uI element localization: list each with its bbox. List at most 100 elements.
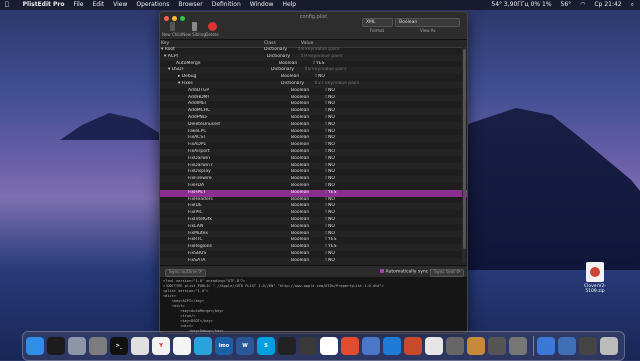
row-value[interactable]: NO: [328, 95, 467, 102]
row-class[interactable]: Boolean: [291, 142, 324, 149]
row-value[interactable]: 8 key/value pairs: [301, 47, 467, 54]
row-class[interactable]: Boolean: [291, 135, 324, 142]
dock-app-terminal[interactable]: >_: [110, 337, 128, 355]
dock-app-photos[interactable]: [320, 337, 338, 355]
row-class[interactable]: Boolean: [291, 88, 324, 95]
dock-app-skype[interactable]: S: [257, 337, 275, 355]
new-child-button[interactable]: New Child: [160, 22, 184, 37]
scrollbar-thumb[interactable]: [462, 49, 466, 249]
row-value[interactable]: 9 key/value pairs: [304, 54, 467, 61]
row-key[interactable]: FixMutex: [160, 231, 291, 238]
row-key[interactable]: FixIDE: [160, 203, 291, 210]
row-value[interactable]: 8 key/value pairs: [308, 67, 467, 74]
row-value[interactable]: NO: [328, 135, 467, 142]
row-value[interactable]: NO: [328, 142, 467, 149]
menu-definition[interactable]: Definition: [212, 0, 241, 10]
row-class[interactable]: Boolean: [291, 197, 324, 204]
dock-app-settings[interactable]: [89, 337, 107, 355]
menu-view[interactable]: View: [113, 0, 127, 10]
row-key[interactable]: ▾ ACPI: [160, 54, 267, 61]
dock-app-finder[interactable]: [26, 337, 44, 355]
row-class[interactable]: Boolean: [291, 129, 324, 136]
outline-row[interactable]: FixIPIC Boolean ⇕ NO: [160, 210, 467, 217]
row-class[interactable]: Boolean: [291, 101, 324, 108]
outline-row[interactable]: FixHeaders Boolean ⇕ NO: [160, 197, 467, 204]
outline-row[interactable]: AddHDMI Boolean ⇕ NO: [160, 94, 467, 102]
outline-row[interactable]: FixSBUSBoolean⇕NO: [160, 251, 467, 258]
status-monitor[interactable]: 54° 3,90ГГц 0% 1%: [491, 0, 551, 10]
dock-app-telegram[interactable]: [194, 337, 212, 355]
dock-app-ps[interactable]: [362, 337, 380, 355]
row-value[interactable]: NO: [328, 176, 467, 183]
row-class[interactable]: Boolean: [291, 149, 324, 156]
row-key[interactable]: AddHDMI: [160, 95, 291, 102]
row-class[interactable]: Boolean: [291, 251, 324, 258]
app-menu[interactable]: PlistEdit Pro: [23, 0, 65, 10]
row-key[interactable]: FixDisplay: [160, 169, 291, 176]
dock-app-yandex[interactable]: Y: [152, 337, 170, 355]
dock-app-keynote[interactable]: [341, 337, 359, 355]
row-class[interactable]: Boolean: [291, 217, 324, 224]
row-value[interactable]: NO: [328, 156, 467, 163]
row-class[interactable]: Dictionary: [271, 67, 304, 74]
row-class[interactable]: Boolean: [291, 169, 324, 176]
row-class[interactable]: Dictionary: [267, 54, 300, 61]
search-icon[interactable]: ⌕: [631, 0, 634, 10]
menu-file[interactable]: File: [73, 0, 83, 10]
row-value[interactable]: NO: [328, 258, 467, 265]
row-value[interactable]: NO: [328, 101, 467, 108]
row-value[interactable]: NO: [328, 129, 467, 136]
row-key[interactable]: ▸ Debug: [160, 74, 281, 81]
outline-row[interactable]: AddMCHC Boolean ⇕ NO: [160, 108, 467, 115]
row-key[interactable]: FixADP1: [160, 142, 291, 149]
row-key[interactable]: FixHPET: [160, 190, 291, 197]
row-value[interactable]: NO: [328, 169, 467, 176]
row-key[interactable]: FixIPIC: [160, 210, 291, 217]
column-class[interactable]: Class: [264, 40, 297, 47]
row-key[interactable]: FixLAN: [160, 224, 291, 231]
row-value[interactable]: NO: [328, 149, 467, 156]
row-class[interactable]: Boolean: [291, 190, 324, 197]
row-class[interactable]: Boolean: [291, 108, 324, 115]
menu-window[interactable]: Window: [250, 0, 274, 10]
dock-app-app-d[interactable]: [446, 337, 464, 355]
dock-app-launchpad[interactable]: [68, 337, 86, 355]
delete-button[interactable]: Delete: [200, 22, 224, 37]
column-key[interactable]: Key: [160, 40, 264, 47]
row-class[interactable]: Boolean: [291, 183, 324, 190]
outline-row[interactable]: AutoMerge Boolean ⇕ YES: [160, 61, 467, 68]
row-class[interactable]: Boolean: [291, 115, 324, 122]
row-key[interactable]: AddIMEI: [160, 101, 291, 108]
row-class[interactable]: Boolean: [291, 163, 324, 170]
row-class[interactable]: Boolean: [281, 74, 314, 81]
row-key[interactable]: ▾ Root: [160, 47, 264, 54]
dock-app-app-b[interactable]: [404, 337, 422, 355]
apple-menu-icon[interactable]: : [5, 0, 9, 10]
outline-row[interactable]: FixACST Boolean ⇕ NO: [160, 135, 467, 143]
dock-app-activity[interactable]: [47, 337, 65, 355]
row-value[interactable]: NO: [328, 231, 467, 238]
outline-row[interactable]: ▸ Debug Boolean ⇕ NO: [160, 74, 467, 81]
row-class[interactable]: Boolean: [291, 237, 324, 244]
row-key[interactable]: FixHDA: [160, 183, 291, 190]
row-key[interactable]: AddDTGP: [160, 88, 291, 95]
row-key[interactable]: FixACST: [160, 135, 291, 142]
menu-edit[interactable]: Edit: [93, 0, 105, 10]
row-key[interactable]: FixAirport: [160, 149, 291, 156]
outline-row[interactable]: ▾ Fixes Dictionary ⇕ 27 key/value pairs: [160, 80, 467, 88]
row-key[interactable]: FixSATA: [160, 258, 291, 265]
row-class[interactable]: Boolean: [291, 258, 324, 265]
outline-row[interactable]: FixIDE Boolean ⇕ NO: [160, 203, 467, 211]
dock-app-imo[interactable]: imo: [215, 337, 233, 355]
outline-row[interactable]: ▾ ACPI Dictionary ⇕ 9 key/value pairs: [160, 53, 467, 61]
desktop-file-icon[interactable]: CloverV2-5109.zip: [575, 262, 615, 294]
sync-outline-button[interactable]: Sync outline ⟳: [165, 269, 206, 277]
row-key[interactable]: AutoMerge: [160, 61, 279, 68]
row-value[interactable]: NO: [328, 108, 467, 115]
row-key[interactable]: FixRegions: [160, 244, 291, 251]
row-value[interactable]: NO: [328, 88, 467, 95]
row-value[interactable]: NO: [318, 74, 467, 81]
dock-app-app-c[interactable]: [425, 337, 443, 355]
row-class[interactable]: Boolean: [291, 224, 324, 231]
row-class[interactable]: Dictionary: [264, 47, 297, 54]
